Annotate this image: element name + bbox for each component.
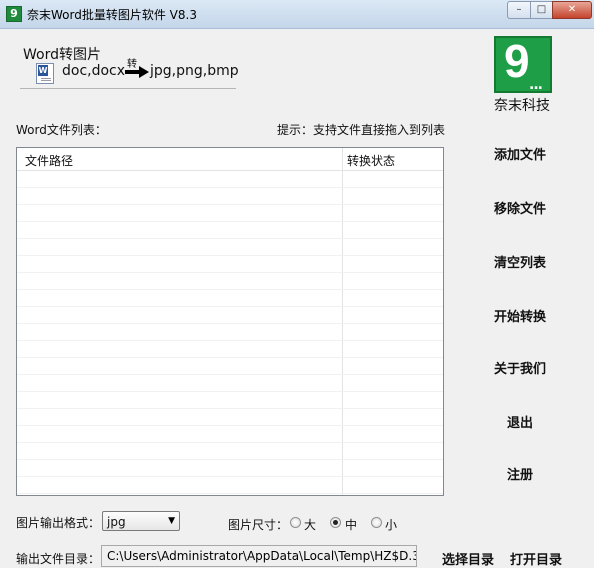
drag-drop-tip: 提示：支持文件直接拖入到列表 — [277, 123, 446, 137]
arrow-right-icon — [125, 66, 149, 78]
close-button[interactable]: ✕ — [552, 1, 592, 19]
output-format-label: 图片输出格式： — [16, 516, 101, 530]
file-list-header: 文件路径 转换状态 — [17, 148, 443, 171]
remove-file-button[interactable]: 移除文件 — [475, 198, 565, 222]
size-radio-medium-label: 中 — [345, 518, 358, 532]
start-convert-button[interactable]: 开始转换 — [475, 306, 565, 330]
app-icon: 9 — [6, 6, 22, 22]
logo-mark: 9 — [504, 35, 530, 87]
window-title: 奈末Word批量转图片软件 V8.3 — [27, 8, 197, 22]
chevron-down-icon: ▼ — [168, 516, 175, 526]
file-list-label: Word文件列表： — [16, 123, 107, 137]
column-header-file-path[interactable]: 文件路径 — [25, 152, 73, 169]
logo-dots: ... — [529, 77, 543, 93]
clear-list-button[interactable]: 清空列表 — [475, 252, 565, 276]
register-button[interactable]: 注册 — [475, 464, 565, 488]
output-dir-field[interactable]: C:\Users\Administrator\AppData\Local\Tem… — [101, 545, 417, 567]
size-radio-large-label: 大 — [304, 518, 317, 532]
company-logo: 9 ... — [494, 35, 552, 93]
image-size-label: 图片尺寸： — [228, 518, 289, 532]
size-radio-medium[interactable] — [330, 517, 341, 528]
title-bar[interactable]: 9 奈末Word批量转图片软件 V8.3 – □ ✕ — [0, 0, 594, 29]
target-formats: jpg,png,bmp — [150, 63, 239, 79]
choose-dir-button[interactable]: 选择目录 — [442, 549, 494, 568]
size-radio-small-label: 小 — [385, 518, 398, 532]
about-us-button[interactable]: 关于我们 — [475, 358, 565, 382]
maximize-button[interactable]: □ — [530, 1, 553, 19]
output-format-select[interactable]: jpg ▼ — [102, 511, 180, 531]
size-radio-large[interactable] — [290, 517, 301, 528]
open-dir-button[interactable]: 打开目录 — [510, 549, 562, 568]
output-dir-label: 输出文件目录： — [16, 552, 101, 566]
source-formats: doc,docx — [62, 63, 126, 79]
file-list[interactable]: 文件路径 转换状态 — [16, 147, 444, 496]
add-file-button[interactable]: 添加文件 — [475, 144, 565, 168]
exit-button[interactable]: 退出 — [475, 412, 565, 436]
output-format-value: jpg — [107, 515, 126, 529]
size-radio-small[interactable] — [371, 517, 382, 528]
empty-rows — [17, 171, 443, 495]
column-header-status[interactable]: 转换状态 — [347, 152, 395, 169]
company-name: 奈末科技 — [494, 98, 550, 114]
minimize-button[interactable]: – — [507, 1, 531, 19]
word-document-icon — [36, 63, 54, 84]
header-divider — [20, 88, 236, 89]
header-title: Word转图片 — [23, 47, 101, 63]
